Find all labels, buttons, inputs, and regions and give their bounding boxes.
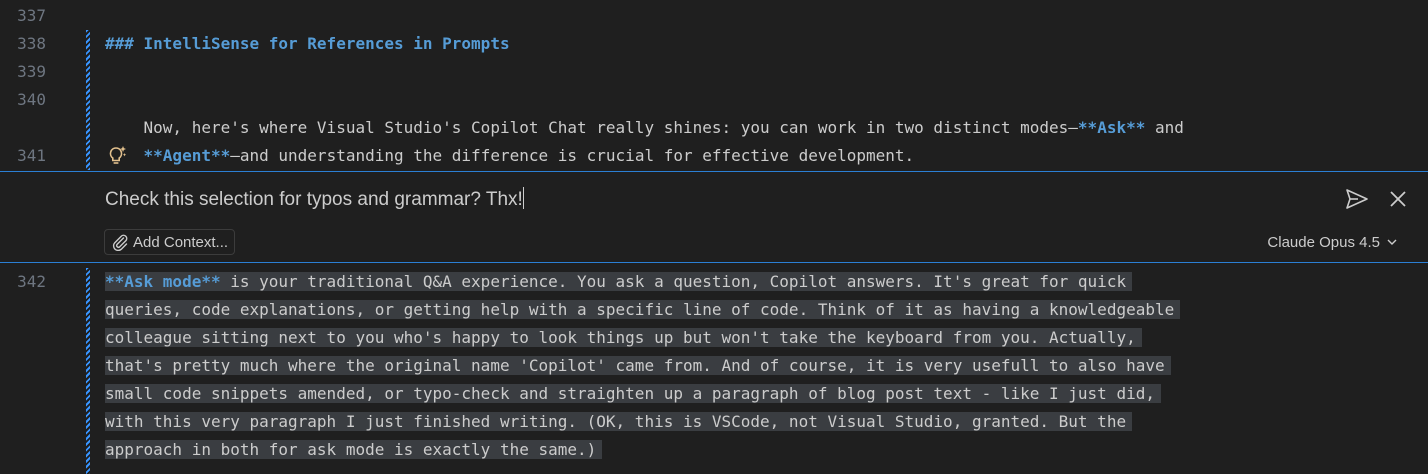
code-text: queries, code explanations, or getting h…: [105, 300, 1181, 319]
selected-code-line[interactable]: **Ask mode** is your traditional Q&A exp…: [105, 268, 1133, 296]
add-context-button[interactable]: Add Context...: [104, 229, 236, 255]
chat-input-text: Check this selection for typos and gramm…: [105, 189, 523, 210]
paperclip-icon: [112, 234, 128, 251]
code-text-bold: **Agent**: [143, 146, 231, 165]
code-text-bold: **Ask**: [1077, 118, 1146, 137]
code-text: with this very paragraph I just finished…: [105, 412, 1133, 431]
sparkle-lightbulb-icon[interactable]: [107, 144, 129, 166]
add-context-label: Add Context...: [133, 233, 229, 251]
model-label: Claude Opus 4.5: [1267, 233, 1380, 251]
text-caret: [522, 187, 524, 209]
line-number: 339: [17, 62, 46, 81]
line-number: 342: [17, 272, 46, 291]
selected-code-line[interactable]: approach in both for ask mode is exactly…: [105, 436, 603, 464]
line-number: 337: [17, 6, 46, 25]
code-text-bold: **Ask mode**: [105, 272, 221, 291]
code-text: and: [1145, 118, 1184, 137]
selected-code-line[interactable]: that's pretty much where the original na…: [105, 352, 1171, 380]
selected-code-line[interactable]: with this very paragraph I just finished…: [105, 408, 1133, 436]
chevron-down-icon: [1387, 239, 1397, 245]
close-icon[interactable]: [1386, 187, 1410, 211]
selected-code-line[interactable]: colleague sitting next to you who's happ…: [105, 324, 1142, 352]
inline-chat-widget: Check this selection for typos and gramm…: [0, 171, 1428, 263]
code-line-heading[interactable]: ### IntelliSense for References in Promp…: [105, 30, 510, 58]
code-text: approach in both for ask mode is exactly…: [105, 440, 603, 459]
selected-code-line[interactable]: queries, code explanations, or getting h…: [105, 296, 1181, 324]
code-text: that's pretty much where the original na…: [105, 356, 1171, 375]
selected-code-line[interactable]: small code snippets amended, or typo-che…: [105, 380, 1161, 408]
code-text: —and understanding the difference is cru…: [230, 146, 915, 165]
chat-input[interactable]: Check this selection for typos and gramm…: [105, 186, 524, 214]
gutter-change-indicator: [86, 30, 90, 170]
code-text: small code snippets amended, or typo-che…: [105, 384, 1161, 403]
code-line[interactable]: Now, here's where Visual Studio's Copilo…: [105, 86, 1184, 137]
send-icon[interactable]: [1344, 186, 1370, 212]
gutter-change-indicator: [86, 268, 90, 474]
code-text: is your traditional Q&A experience. You …: [220, 272, 1127, 291]
model-picker[interactable]: Claude Opus 4.5: [1267, 230, 1398, 254]
line-number: 340: [17, 90, 46, 109]
code-text: colleague sitting next to you who's happ…: [105, 328, 1142, 347]
line-number: 338: [17, 34, 46, 53]
code-editor[interactable]: 337 338 339 340 341 ### IntelliSense for…: [0, 0, 1428, 474]
line-number: 341: [17, 146, 46, 165]
code-line-wrapped[interactable]: **Agent**—and understanding the differen…: [105, 114, 915, 165]
